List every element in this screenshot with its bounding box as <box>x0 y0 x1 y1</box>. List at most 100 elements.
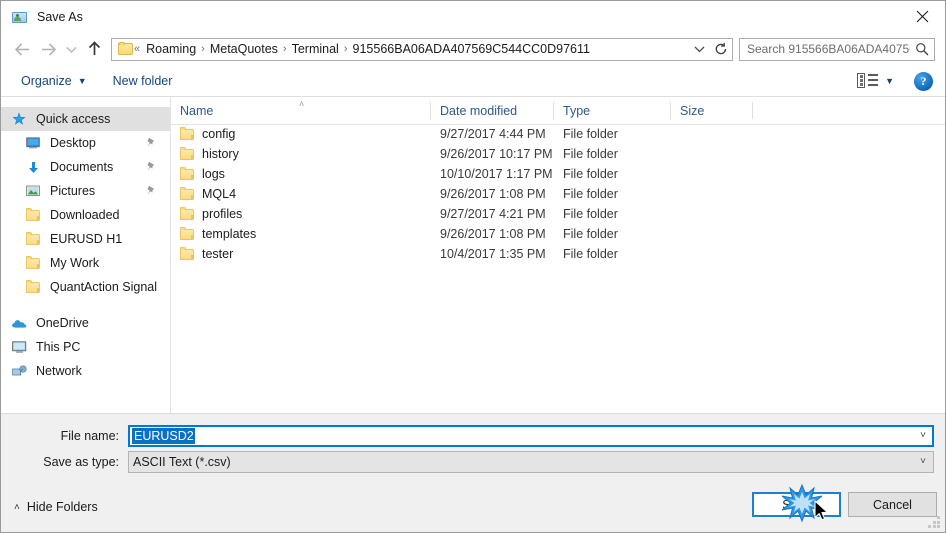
sidebar-item-label: QuantAction Signal <box>50 280 158 294</box>
sidebar-item-pictures[interactable]: Pictures <box>1 179 170 203</box>
sidebar-item-label: EURUSD H1 <box>50 232 123 246</box>
table-row[interactable]: MQL4 9/26/2017 1:08 PM File folder <box>171 184 945 204</box>
documents-icon <box>23 161 43 174</box>
address-bar[interactable]: « Roaming › MetaQuotes › Terminal › 9155… <box>111 37 733 61</box>
sidebar-item-my-work[interactable]: My Work <box>1 251 170 275</box>
sidebar-item-label: Downloaded <box>50 208 120 222</box>
file-name-cell: profiles <box>180 206 243 221</box>
breadcrumb-overflow[interactable]: « <box>133 43 141 55</box>
pin-icon[interactable] <box>146 161 156 175</box>
new-folder-button[interactable]: New folder <box>107 69 179 93</box>
sidebar-item-desktop[interactable]: Desktop <box>1 131 170 155</box>
column-label: Type <box>563 103 591 118</box>
sidebar-item-onedrive[interactable]: OneDrive <box>1 311 170 335</box>
save-as-type-select[interactable]: ASCII Text (*.csv) ˅ <box>128 451 934 473</box>
file-date-cell: 9/27/2017 4:21 PM <box>440 207 546 221</box>
sidebar-item-label: Desktop <box>50 136 96 150</box>
up-arrow-icon[interactable] <box>81 36 107 62</box>
sidebar-item-quick-access[interactable]: Quick access <box>1 107 170 131</box>
desktop-icon <box>23 137 43 149</box>
breadcrumb-item-1[interactable]: MetaQuotes <box>206 42 282 56</box>
chevron-down-icon[interactable]: ˅ <box>920 430 926 441</box>
close-icon[interactable] <box>900 1 945 31</box>
folder-icon <box>180 166 194 180</box>
file-name-cell: templates <box>180 226 256 241</box>
column-label: Size <box>680 103 705 118</box>
file-name-cell: config <box>180 126 235 141</box>
file-name: MQL4 <box>202 187 237 201</box>
refresh-icon[interactable] <box>710 39 732 60</box>
column-header-type[interactable]: Type <box>554 97 671 124</box>
main-content: Quick access Desktop Documents Pictures … <box>1 97 945 414</box>
column-header-name[interactable]: Name ˄ <box>171 97 431 124</box>
search-input[interactable]: Search 915566BA06ADA40756... <box>740 42 910 56</box>
save-button[interactable]: Save <box>752 492 841 517</box>
organize-label: Organize <box>21 74 72 88</box>
view-options-icon[interactable] <box>857 72 879 90</box>
search-box[interactable]: Search 915566BA06ADA40756... <box>739 37 935 61</box>
column-header-size[interactable]: Size <box>671 97 753 124</box>
breadcrumb-item-3[interactable]: 915566BA06ADA407569C544CC0D97611 <box>349 42 594 56</box>
chevron-down-icon[interactable]: ˅ <box>920 456 926 467</box>
table-row[interactable]: tester 10/4/2017 1:35 PM File folder <box>171 244 945 264</box>
folder-icon <box>180 186 194 200</box>
file-date-cell: 9/27/2017 4:44 PM <box>440 127 546 141</box>
sidebar-item-network[interactable]: Network <box>1 359 170 383</box>
title-bar: Save As <box>1 1 945 32</box>
file-type-cell: File folder <box>563 127 618 141</box>
save-as-type-row: Save as type: ASCII Text (*.csv) ˅ <box>1 451 945 473</box>
sidebar-item-eurusd-h1[interactable]: EURUSD H1 <box>1 227 170 251</box>
sidebar-item-downloaded[interactable]: Downloaded <box>1 203 170 227</box>
sidebar-item-this-pc[interactable]: This PC <box>1 335 170 359</box>
file-name-input[interactable]: EURUSD2 ˅ <box>128 425 934 447</box>
sidebar-item-label: Network <box>36 364 82 378</box>
cancel-button[interactable]: Cancel <box>848 492 937 517</box>
organize-button[interactable]: Organize ▼ <box>15 69 93 93</box>
view-chevron-down-icon[interactable]: ▼ <box>885 76 894 86</box>
table-row[interactable]: history 9/26/2017 10:17 PM File folder <box>171 144 945 164</box>
folder-icon <box>180 126 194 140</box>
help-icon[interactable]: ? <box>914 71 933 91</box>
table-row[interactable]: config 9/27/2017 4:44 PM File folder <box>171 124 945 144</box>
network-icon <box>9 364 29 378</box>
file-date-cell: 10/4/2017 1:35 PM <box>440 247 546 261</box>
breadcrumb-item-0[interactable]: Roaming <box>141 42 200 56</box>
search-icon <box>910 42 934 56</box>
file-name: history <box>202 147 239 161</box>
file-name-cell: tester <box>180 246 233 261</box>
file-name-cell: MQL4 <box>180 186 237 201</box>
sidebar-item-documents[interactable]: Documents <box>1 155 170 179</box>
forward-arrow-icon[interactable] <box>35 36 61 62</box>
folder-icon <box>23 255 43 269</box>
file-date-cell: 9/26/2017 1:08 PM <box>440 187 546 201</box>
breadcrumb: « Roaming › MetaQuotes › Terminal › 9155… <box>133 42 688 56</box>
table-row[interactable]: profiles 9/27/2017 4:21 PM File folder <box>171 204 945 224</box>
sidebar-item-label: Quick access <box>36 112 111 126</box>
sidebar-item-label: OneDrive <box>36 316 89 330</box>
table-row[interactable]: templates 9/26/2017 1:08 PM File folder <box>171 224 945 244</box>
hide-folders-button[interactable]: ˄ Hide Folders <box>14 500 98 514</box>
pin-icon[interactable] <box>146 137 156 151</box>
address-chevron-down-icon[interactable] <box>688 39 710 60</box>
recent-locations-chevron-down-icon[interactable] <box>61 36 81 62</box>
pictures-icon <box>23 185 43 197</box>
column-header-date-modified[interactable]: Date modified <box>431 97 554 124</box>
folder-icon <box>180 246 194 260</box>
sidebar-item-quantaction-signal[interactable]: QuantAction Signal <box>1 275 170 299</box>
file-name-row: File name: EURUSD2 ˅ <box>1 425 945 447</box>
file-name: profiles <box>202 207 243 221</box>
save-as-type-value: ASCII Text (*.csv) <box>133 455 231 469</box>
folder-icon <box>180 146 194 160</box>
resize-grip[interactable] <box>928 516 941 529</box>
file-name-cell: logs <box>180 166 225 181</box>
save-form: File name: EURUSD2 ˅ Save as type: ASCII… <box>1 413 945 532</box>
pin-icon[interactable] <box>146 185 156 199</box>
file-type-cell: File folder <box>563 207 618 221</box>
breadcrumb-item-2[interactable]: Terminal <box>288 42 343 56</box>
table-row[interactable]: logs 10/10/2017 1:17 PM File folder <box>171 164 945 184</box>
back-arrow-icon[interactable] <box>9 36 35 62</box>
file-list: Name ˄ Date modified Type Size config 9/… <box>171 97 945 414</box>
sort-ascending-icon: ˄ <box>299 99 305 109</box>
window-title: Save As <box>37 9 83 24</box>
file-type-cell: File folder <box>563 147 618 161</box>
